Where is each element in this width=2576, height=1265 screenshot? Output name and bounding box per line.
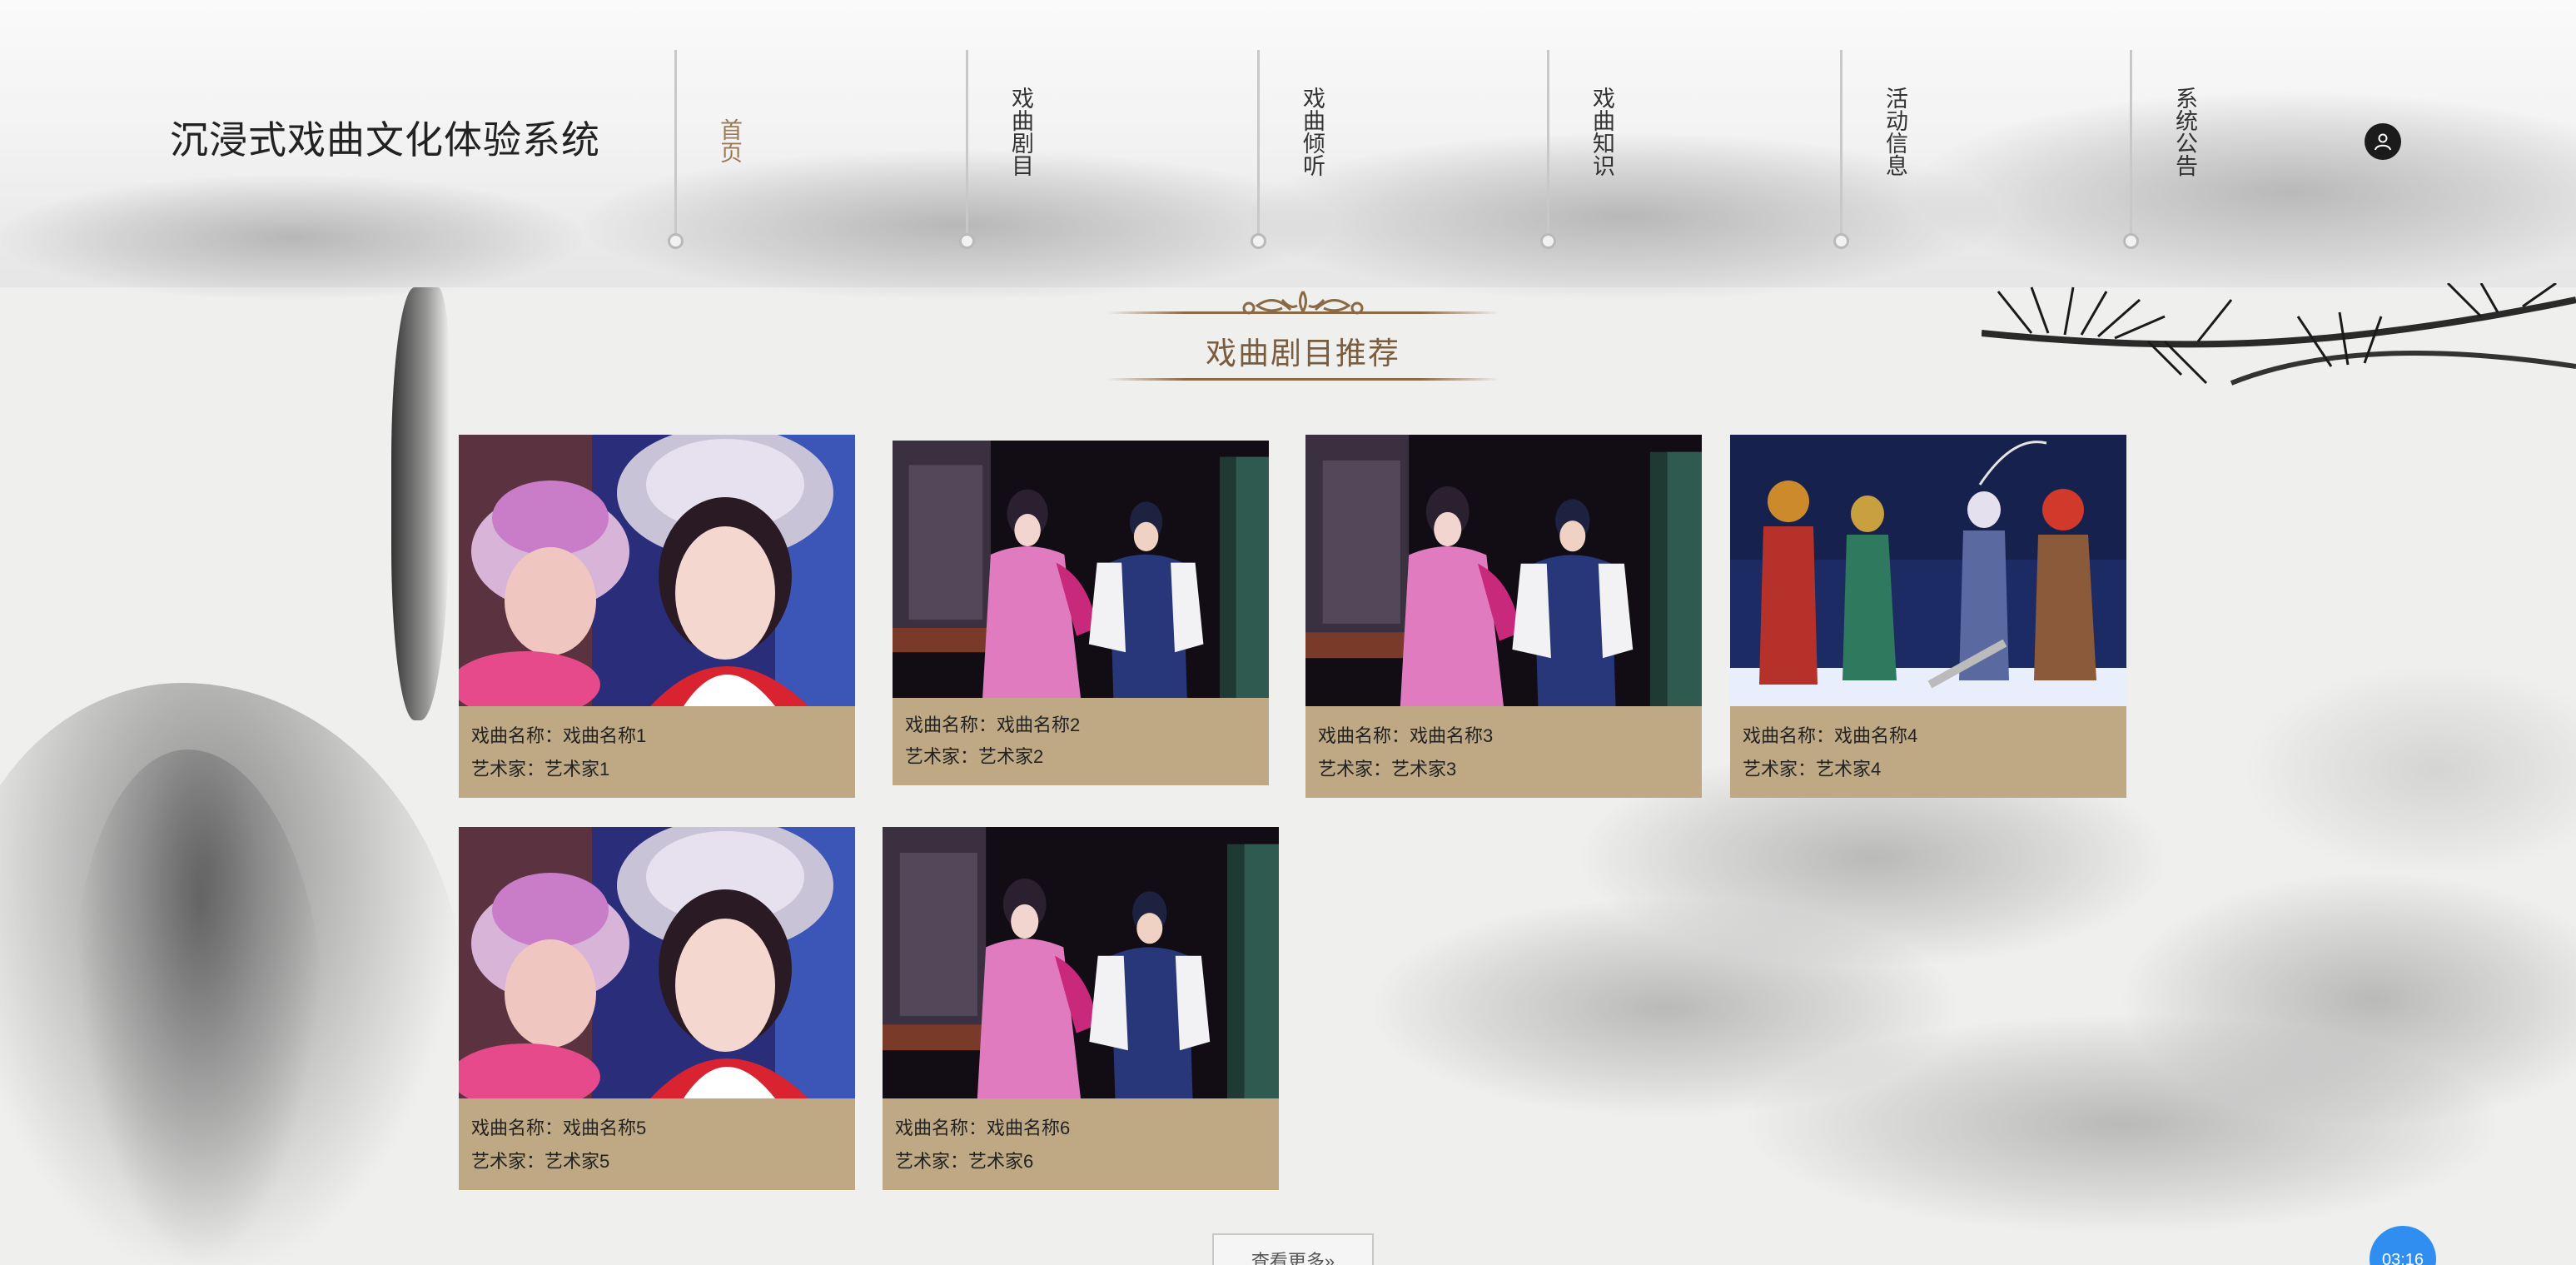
artist-name: 艺术家2: [978, 746, 1044, 767]
nav-item-activity-info[interactable]: 活动信息: [1833, 0, 1907, 250]
nav-label: 系统公告: [2172, 87, 2197, 177]
opera-image[interactable]: [893, 441, 1269, 698]
nav-divider: [1840, 50, 1842, 240]
artist-label: 艺术家：: [1743, 759, 1817, 779]
artist-name: 艺术家3: [1391, 759, 1457, 779]
nav-dot: [2123, 233, 2139, 249]
name-label: 戏曲名称：: [905, 715, 997, 735]
nav-dot: [1251, 233, 1266, 249]
artist-name: 艺术家6: [968, 1151, 1034, 1172]
name-label: 戏曲名称：: [1743, 725, 1835, 746]
artist-label: 艺术家：: [471, 1151, 545, 1172]
opera-card-2[interactable]: 戏曲名称：戏曲名称2 艺术家：艺术家2: [893, 441, 1269, 785]
nav-divider: [966, 50, 968, 240]
ornament-icon: [1242, 291, 1364, 315]
section-title: 戏曲剧目推荐: [1206, 336, 1400, 371]
card-name-line: 戏曲名称：戏曲名称4: [1743, 720, 1917, 753]
user-icon[interactable]: [2365, 123, 2401, 160]
nav-item-opera-repertoire[interactable]: 戏曲剧目: [959, 0, 1033, 250]
nav-label: 首页: [717, 118, 742, 163]
nav-divider: [2130, 50, 2132, 240]
card-artist-line: 艺术家：艺术家6: [895, 1145, 1033, 1178]
card-name-line: 戏曲名称：戏曲名称3: [1318, 720, 1493, 753]
opera-image[interactable]: [883, 827, 1279, 1098]
view-more-label: 查看更多: [1251, 1251, 1325, 1265]
opera-image[interactable]: [1305, 435, 1702, 706]
ink-stroke: [391, 287, 450, 720]
nav-item-system-notice[interactable]: 系统公告: [2123, 0, 2197, 250]
site-title: 沉浸式戏曲文化体验系统: [170, 118, 600, 162]
opera-card-1[interactable]: 戏曲名称：戏曲名称1 艺术家：艺术家1: [459, 435, 855, 798]
artist-label: 艺术家：: [471, 759, 545, 779]
nav-label: 戏曲剧目: [1008, 87, 1033, 177]
name-label: 戏曲名称：: [1318, 725, 1410, 746]
artist-name: 艺术家1: [545, 759, 610, 779]
card-artist-line: 艺术家：艺术家2: [905, 740, 1043, 774]
nav-item-home[interactable]: 首页: [668, 0, 742, 250]
user-glyph: [2375, 133, 2391, 151]
artist-label: 艺术家：: [895, 1151, 969, 1172]
card-artist-line: 艺术家：艺术家1: [471, 753, 609, 786]
name-label: 戏曲名称：: [471, 1118, 564, 1138]
opera-card-6[interactable]: 戏曲名称：戏曲名称6 艺术家：艺术家6: [883, 827, 1279, 1190]
section-line-top: [1107, 311, 1499, 314]
opera-image[interactable]: [1730, 435, 2126, 706]
section-line-bottom: [1107, 378, 1499, 381]
nav-dot: [1833, 233, 1849, 249]
opera-name: 戏曲名称6: [987, 1118, 1071, 1138]
card-artist-line: 艺术家：艺术家3: [1318, 753, 1456, 786]
card-artist-line: 艺术家：艺术家4: [1743, 753, 1881, 786]
card-name-line: 戏曲名称：戏曲名称6: [895, 1112, 1070, 1145]
card-name-line: 戏曲名称：戏曲名称2: [905, 709, 1080, 742]
nav-item-opera-listening[interactable]: 戏曲倾听: [1251, 0, 1325, 250]
name-label: 戏曲名称：: [471, 725, 564, 746]
nav-dot: [668, 233, 684, 249]
nav-divider: [674, 50, 677, 240]
nav-label: 戏曲知识: [1589, 87, 1614, 177]
nav-divider: [1257, 50, 1260, 240]
card-artist-line: 艺术家：艺术家5: [471, 1145, 609, 1178]
nav-item-opera-knowledge[interactable]: 戏曲知识: [1540, 0, 1614, 250]
card-name-line: 戏曲名称：戏曲名称5: [471, 1112, 646, 1145]
artist-name: 艺术家4: [1816, 759, 1882, 779]
nav-dot: [1540, 233, 1556, 249]
nav-label: 戏曲倾听: [1300, 87, 1325, 177]
opera-image[interactable]: [459, 435, 855, 706]
artist-label: 艺术家：: [905, 746, 979, 767]
double-chevron-right-icon: »: [1324, 1251, 1335, 1265]
opera-card-4[interactable]: 戏曲名称：戏曲名称4 艺术家：艺术家4: [1730, 435, 2126, 798]
view-more-button[interactable]: 查看更多»: [1212, 1233, 1374, 1265]
nav-label: 活动信息: [1882, 87, 1907, 177]
section-header: 戏曲剧目推荐: [1107, 281, 1499, 386]
artist-name: 艺术家5: [545, 1151, 610, 1172]
opera-card-3[interactable]: 戏曲名称：戏曲名称3 艺术家：艺术家3: [1305, 435, 1702, 798]
opera-name: 戏曲名称1: [563, 725, 647, 746]
opera-name: 戏曲名称3: [1410, 725, 1494, 746]
nav-dot: [959, 233, 975, 249]
pine-branch-decoration: [1982, 283, 2576, 386]
name-label: 戏曲名称：: [895, 1118, 987, 1138]
opera-card-5[interactable]: 戏曲名称：戏曲名称5 艺术家：艺术家5: [459, 827, 855, 1190]
opera-name: 戏曲名称4: [1834, 725, 1918, 746]
nav-divider: [1547, 50, 1549, 240]
opera-name: 戏曲名称5: [563, 1118, 647, 1138]
artist-label: 艺术家：: [1318, 759, 1392, 779]
opera-image[interactable]: [459, 827, 855, 1098]
card-name-line: 戏曲名称：戏曲名称1: [471, 720, 646, 753]
opera-name: 戏曲名称2: [997, 715, 1081, 735]
